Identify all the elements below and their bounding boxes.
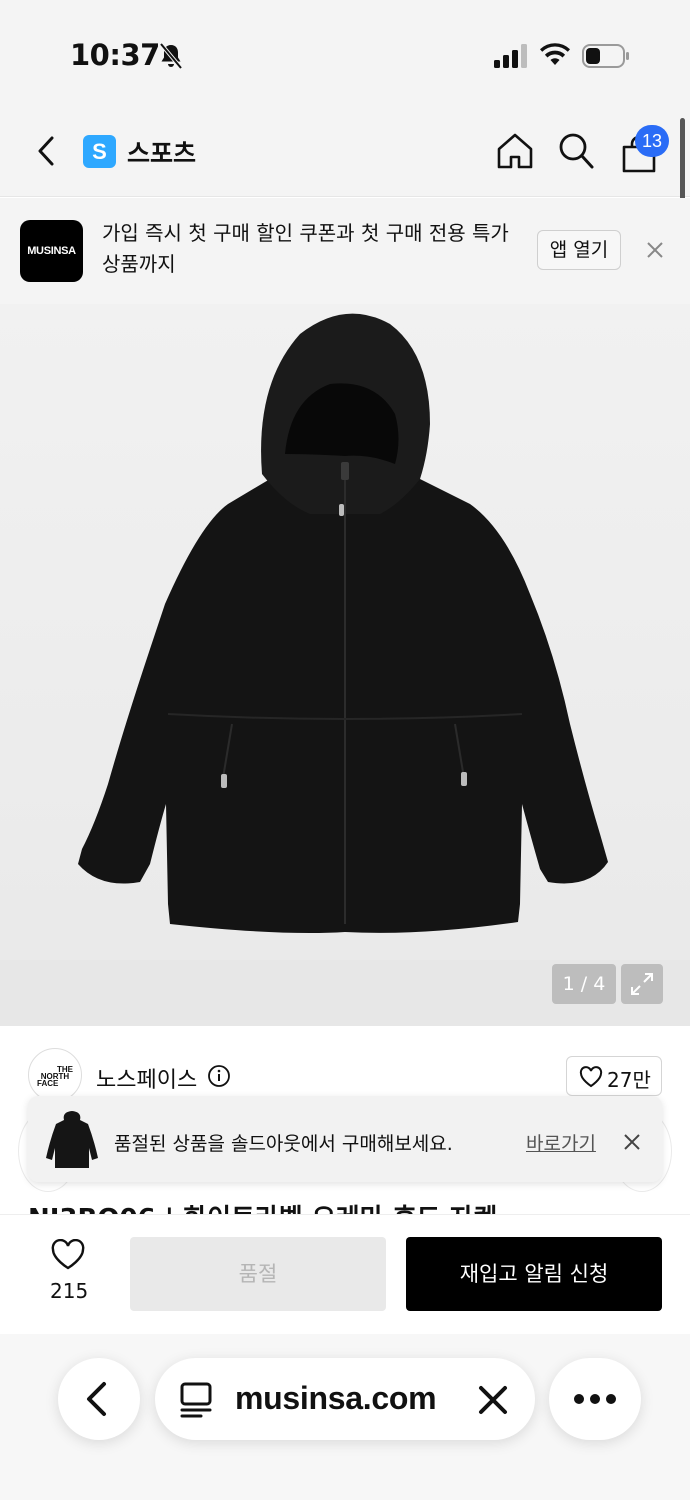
brand-logo[interactable]: THE NORTH FACE bbox=[28, 1048, 82, 1102]
image-counter: 1 / 4 bbox=[552, 964, 616, 1004]
status-bar: 10:37 bbox=[0, 0, 690, 105]
url-text: musinsa.com bbox=[235, 1380, 437, 1416]
more-button[interactable] bbox=[549, 1358, 641, 1440]
soldout-toast: 품절된 상품을 솔드아웃에서 구매해보세요. 바로가기 bbox=[28, 1096, 662, 1182]
heart-icon bbox=[579, 1066, 603, 1088]
product-thumbnail bbox=[46, 1111, 98, 1168]
open-app-button[interactable]: 앱 열기 bbox=[537, 230, 621, 270]
heart-icon[interactable] bbox=[50, 1239, 86, 1271]
search-icon[interactable] bbox=[557, 131, 595, 171]
scrollbar[interactable] bbox=[680, 118, 685, 204]
soldout-button: 품절 bbox=[130, 1237, 386, 1311]
sports-logo[interactable]: S bbox=[83, 135, 116, 168]
more-icon bbox=[574, 1394, 616, 1404]
bell-muted-icon bbox=[159, 42, 183, 70]
cellular-signal-icon bbox=[494, 44, 527, 68]
brand-like-button[interactable]: 27만 bbox=[566, 1056, 662, 1096]
expand-icon bbox=[631, 973, 653, 995]
info-icon[interactable] bbox=[207, 1064, 231, 1088]
brand-like-count: 27만 bbox=[607, 1068, 651, 1092]
jacket-image bbox=[78, 313, 608, 933]
cart-count-badge: 13 bbox=[635, 125, 669, 157]
restock-alert-button[interactable]: 재입고 알림 신청 bbox=[406, 1237, 662, 1311]
product-image-gallery[interactable]: 1 / 4 bbox=[0, 304, 690, 1026]
address-bar[interactable]: musinsa.com bbox=[155, 1358, 535, 1440]
expand-button[interactable] bbox=[621, 964, 663, 1004]
browser-toolbar: musinsa.com bbox=[0, 1334, 690, 1500]
musinsa-logo: MUSINSA bbox=[20, 220, 83, 282]
wifi-icon bbox=[540, 43, 570, 65]
app-header: S 스포츠 bbox=[0, 105, 690, 197]
toast-message: 품절된 상품을 솔드아웃에서 구매해보세요. bbox=[114, 1133, 453, 1155]
product-title: NJ3BQ06 | 화이트라벨 오레마 후드 자켓 bbox=[28, 1196, 668, 1214]
back-arrow-icon bbox=[87, 1382, 106, 1416]
battery-icon bbox=[582, 44, 629, 68]
brand-logo-text: FACE bbox=[37, 1079, 59, 1088]
app-install-banner[interactable]: MUSINSA 가입 즉시 첫 구매 할인 쿠폰과 첫 구매 전용 특가 상품까… bbox=[0, 198, 690, 304]
home-icon[interactable] bbox=[495, 131, 535, 171]
brand-name[interactable]: 노스페이스 bbox=[96, 1062, 197, 1094]
status-time: 10:37 bbox=[70, 38, 160, 72]
banner-message: 가입 즉시 첫 구매 할인 쿠폰과 첫 구매 전용 특가 상품까지 bbox=[102, 221, 509, 276]
browser-back-button[interactable] bbox=[58, 1358, 140, 1440]
close-icon[interactable] bbox=[477, 1384, 509, 1416]
page-title: 스포츠 bbox=[127, 139, 197, 168]
close-icon[interactable] bbox=[645, 240, 665, 260]
close-icon[interactable] bbox=[624, 1134, 640, 1150]
purchase-bar: 215 품절 재입고 알림 신청 bbox=[0, 1214, 690, 1334]
go-to-soldout-link[interactable]: 바로가기 bbox=[526, 1129, 596, 1156]
page-menu-icon[interactable] bbox=[179, 1382, 213, 1418]
back-arrow-icon[interactable] bbox=[32, 133, 62, 169]
product-title-text: NJ3BQ06 | 화이트라벨 오레마 후드 자켓 bbox=[28, 1198, 497, 1214]
wish-count: 215 bbox=[50, 1279, 89, 1303]
